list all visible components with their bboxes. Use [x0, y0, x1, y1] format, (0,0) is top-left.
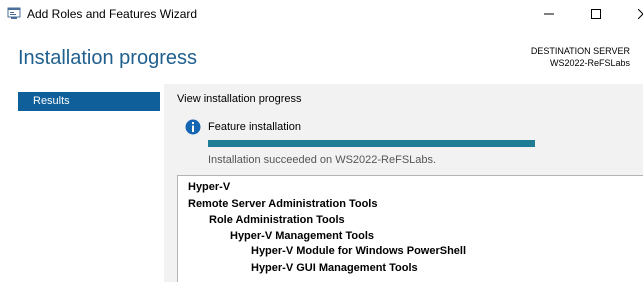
- result-item: Role Administration Tools: [209, 214, 345, 226]
- window-title: Add Roles and Features Wizard: [27, 7, 198, 21]
- close-icon: [638, 9, 643, 19]
- server-manager-icon: [7, 6, 21, 20]
- result-item: Remote Server Administration Tools: [188, 198, 378, 210]
- result-item: Hyper-V Module for Windows PowerShell: [251, 245, 467, 257]
- close-button[interactable]: [620, 0, 643, 28]
- progress-bar: [208, 140, 535, 147]
- destination-server-label: DESTINATION SERVER: [530, 46, 630, 56]
- section-header: View installation progress: [177, 93, 302, 105]
- result-item: Hyper-V GUI Management Tools: [251, 262, 418, 274]
- progress-bar-fill: [208, 140, 535, 147]
- result-item: Hyper-V Management Tools: [230, 230, 375, 242]
- status-text: Installation succeeded on WS2022-ReFSLab…: [208, 154, 437, 166]
- minimize-icon: [544, 13, 554, 15]
- info-icon: [185, 119, 201, 135]
- maximize-button[interactable]: [573, 0, 619, 28]
- title-bar: Add Roles and Features Wizard: [0, 0, 643, 28]
- wizard-nav: Results: [18, 92, 160, 111]
- nav-item-results[interactable]: Results: [18, 92, 160, 111]
- results-list[interactable]: Hyper-V Remote Server Administration Too…: [177, 175, 643, 282]
- maximize-icon: [591, 9, 601, 19]
- page-title: Installation progress: [18, 47, 197, 69]
- result-item: Hyper-V: [188, 181, 231, 193]
- destination-server-name: WS2022-ReFSLabs: [549, 58, 630, 68]
- minimize-button[interactable]: [526, 0, 572, 28]
- feature-installation-label: Feature installation: [208, 121, 301, 133]
